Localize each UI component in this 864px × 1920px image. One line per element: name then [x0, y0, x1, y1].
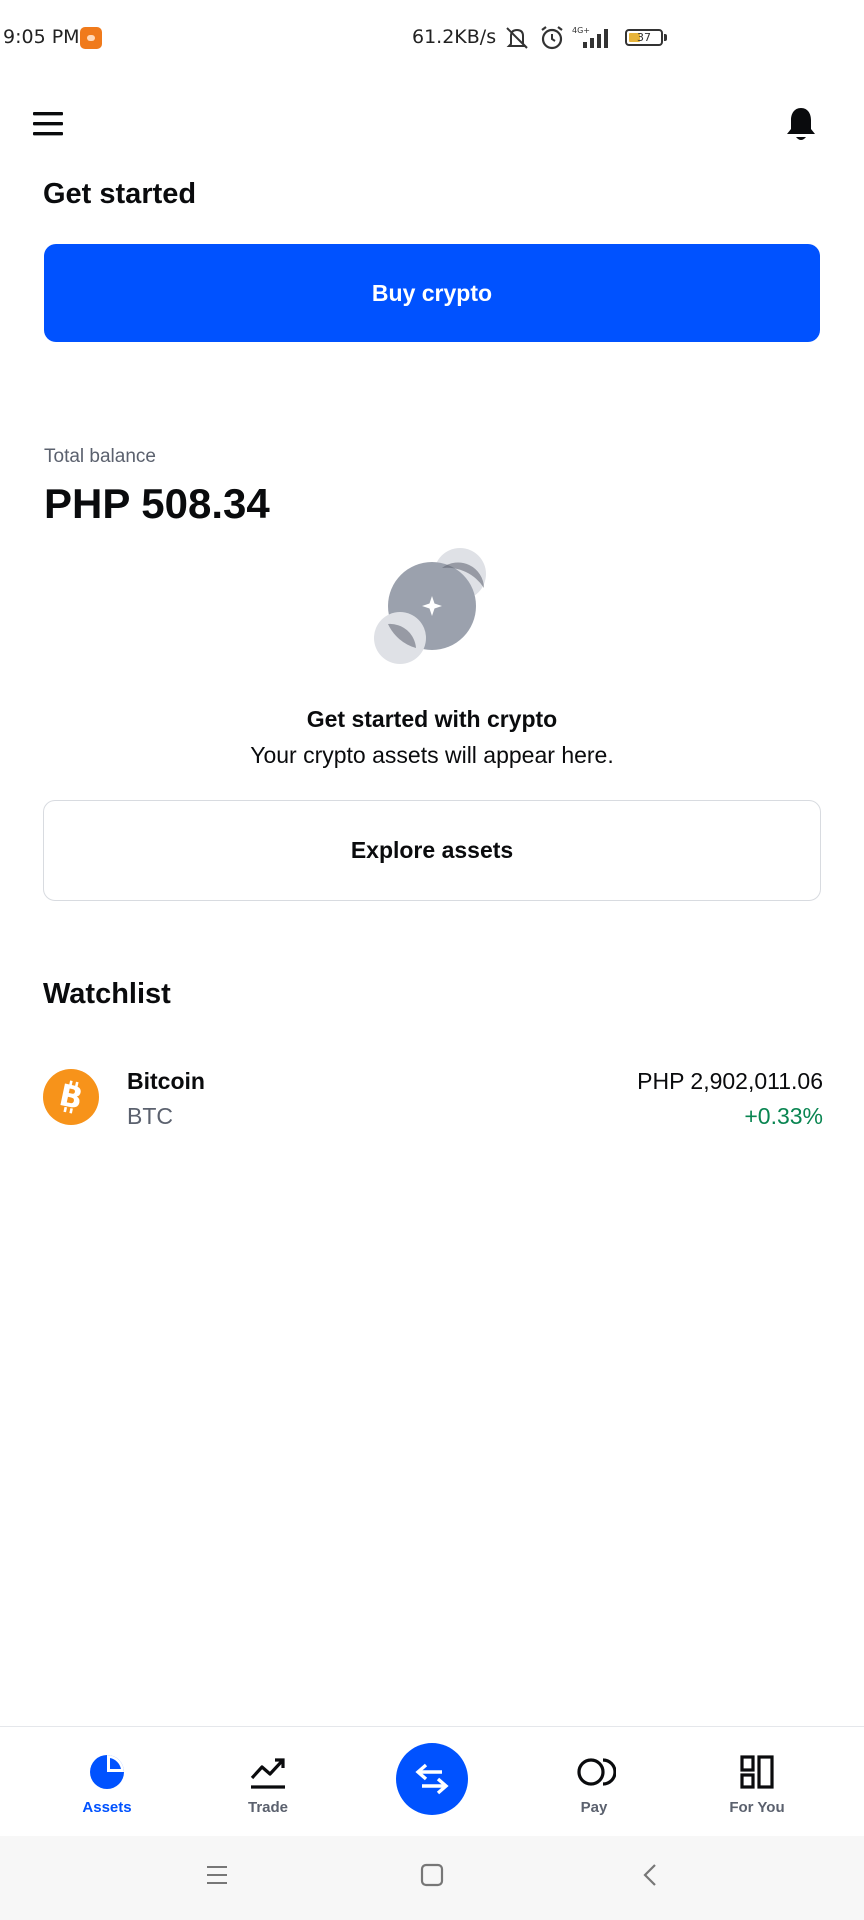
screen: 9:05 PM 61.2KB/s 4G+ 37 Get started Buy …	[0, 0, 864, 1920]
bell-icon[interactable]	[784, 106, 818, 144]
back-icon[interactable]	[638, 1862, 664, 1888]
swap-icon	[415, 1763, 449, 1795]
svg-text:4G+: 4G+	[572, 26, 590, 35]
coin-symbol: BTC	[127, 1103, 173, 1129]
network-speed: 61.2KB/s	[412, 26, 497, 48]
empty-state-title: Get started with crypto	[306, 706, 558, 732]
system-nav-bar	[0, 1836, 864, 1920]
bottom-nav: Assets Trade Pay For You	[0, 1726, 864, 1837]
nav-item-pay[interactable]: Pay	[534, 1727, 654, 1837]
nav-label-for-you: For You	[729, 1799, 785, 1816]
watchlist-item-bitcoin[interactable]: B Bitcoin BTC PHP 2,902,011.06 +0.33%	[43, 1060, 823, 1140]
grid-icon	[740, 1755, 774, 1789]
signal-4g-icon: 4G+	[572, 26, 608, 48]
total-balance-value: PHP 508.34	[44, 480, 270, 527]
nav-item-for-you[interactable]: For You	[697, 1727, 817, 1837]
home-icon[interactable]	[419, 1862, 445, 1888]
get-started-title: Get started	[43, 178, 197, 210]
crypto-coins-illustration	[374, 548, 486, 664]
bitcoin-icon: B	[43, 1069, 99, 1125]
swap-button[interactable]	[396, 1743, 468, 1815]
watchlist-title: Watchlist	[43, 978, 171, 1010]
recent-apps-icon[interactable]	[204, 1862, 230, 1888]
nav-label-assets: Assets	[82, 1799, 132, 1816]
app-notification-icon	[80, 27, 102, 49]
status-bar: 9:05 PM 61.2KB/s 4G+ 37	[0, 0, 864, 76]
battery-icon: 37	[625, 29, 663, 46]
buy-crypto-button[interactable]: Buy crypto	[44, 244, 820, 342]
empty-state-subtitle: Your crypto assets will appear here.	[250, 742, 614, 768]
status-time: 9:05 PM	[3, 26, 80, 48]
pie-chart-icon	[90, 1755, 124, 1789]
nav-label-trade: Trade	[247, 1799, 289, 1816]
battery-level: 37	[637, 31, 651, 44]
battery-cap	[664, 34, 667, 41]
pay-icon	[577, 1758, 616, 1786]
alarm-icon	[541, 26, 563, 50]
menu-icon[interactable]	[31, 108, 65, 140]
coin-name: Bitcoin	[127, 1068, 205, 1094]
nav-item-trade[interactable]: Trade	[208, 1727, 328, 1837]
coin-change: +0.33%	[744, 1103, 823, 1129]
muted-icon	[506, 27, 528, 49]
total-balance-label: Total balance	[44, 446, 156, 467]
explore-assets-button[interactable]: Explore assets	[43, 800, 821, 901]
nav-item-assets[interactable]: Assets	[47, 1727, 167, 1837]
coin-price: PHP 2,902,011.06	[637, 1068, 823, 1094]
trend-up-icon	[250, 1758, 285, 1789]
nav-label-pay: Pay	[580, 1799, 608, 1816]
